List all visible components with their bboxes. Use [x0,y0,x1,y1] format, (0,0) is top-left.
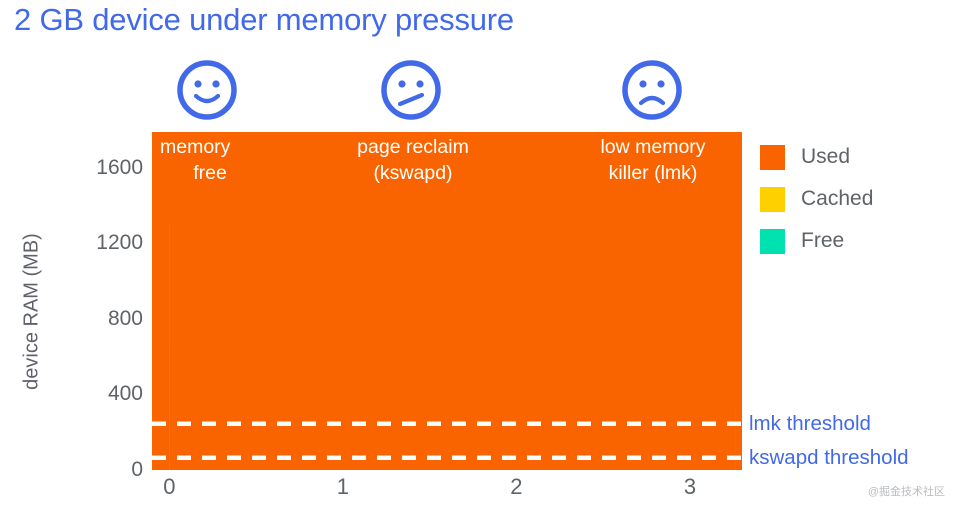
neutral-face-icon [380,59,442,121]
legend-swatch-cached [760,186,785,212]
legend-item-cached: Cached [760,178,950,220]
y-axis-title: device RAM (MB) [20,233,43,390]
legend-swatch-free [760,228,785,254]
legend-label: Used [801,145,851,168]
chart-legend: Used Cached Free [760,136,950,262]
legend-item-free: Free [760,220,950,262]
legend-item-used: Used [760,136,950,178]
x-axis-tick-0: 0 [163,474,176,499]
legend-label: Free [801,229,845,252]
threshold-label-kswapd: kswapd threshold [749,445,909,469]
happy-face-icon [176,59,238,121]
legend-swatch-used [760,144,785,170]
stacked-area-chart [152,132,742,470]
y-axis-ticks: 0 400 800 1200 1600 [55,0,143,505]
sad-face-icon [621,59,683,121]
threshold-label-lmk: lmk threshold [749,411,871,435]
y-axis-tick-0: 0 [131,458,143,481]
x-axis-tick-3: 3 [683,474,697,499]
legend-label: Cached [801,187,874,210]
y-axis-tick-1200: 1200 [96,231,143,255]
watermark: @掘金技术社区 [867,486,945,498]
y-axis-tick-800: 800 [107,306,143,330]
x-axis-tick-2: 2 [510,474,523,499]
y-axis-tick-400: 400 [107,382,143,406]
x-axis-tick-1: 1 [336,474,349,499]
chart-svg [152,132,742,470]
x-axis-ticks: 0 1 2 3 [152,474,742,504]
area-series-used [169,132,736,470]
y-axis-tick-1600: 1600 [96,155,143,179]
